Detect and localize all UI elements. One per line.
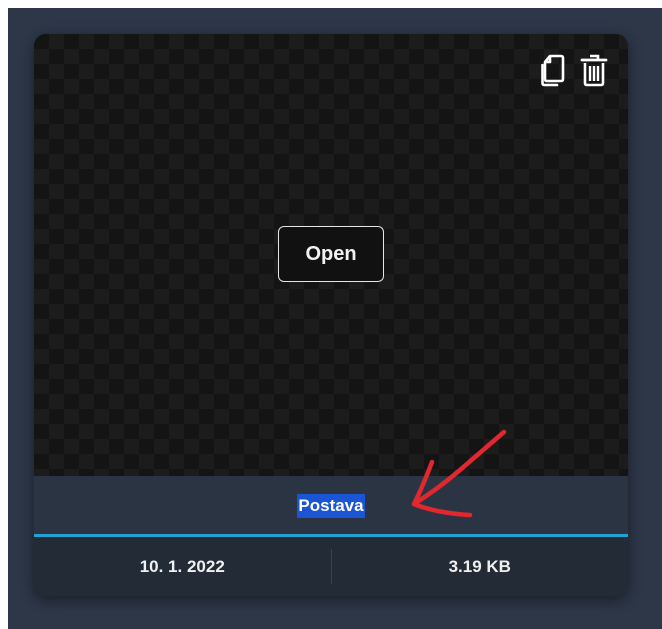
file-card: Open Postava 10. 1. 2022 3.19 KB	[34, 34, 628, 596]
file-meta-row: 10. 1. 2022 3.19 KB	[34, 537, 628, 596]
file-date: 10. 1. 2022	[139, 556, 225, 576]
card-toolbar	[540, 52, 608, 88]
file-preview: Open	[34, 34, 628, 476]
delete-button[interactable]	[580, 52, 608, 88]
open-button[interactable]: Open	[278, 226, 384, 282]
copy-icon	[541, 54, 565, 87]
page-background: Open Postava 10. 1. 2022 3.19 KB	[8, 8, 662, 629]
file-name-row: Postava	[34, 476, 628, 536]
file-size: 3.19 KB	[448, 556, 511, 576]
file-name-field[interactable]: Postava	[297, 494, 365, 518]
copy-button[interactable]	[540, 52, 568, 88]
trash-icon	[580, 54, 608, 87]
